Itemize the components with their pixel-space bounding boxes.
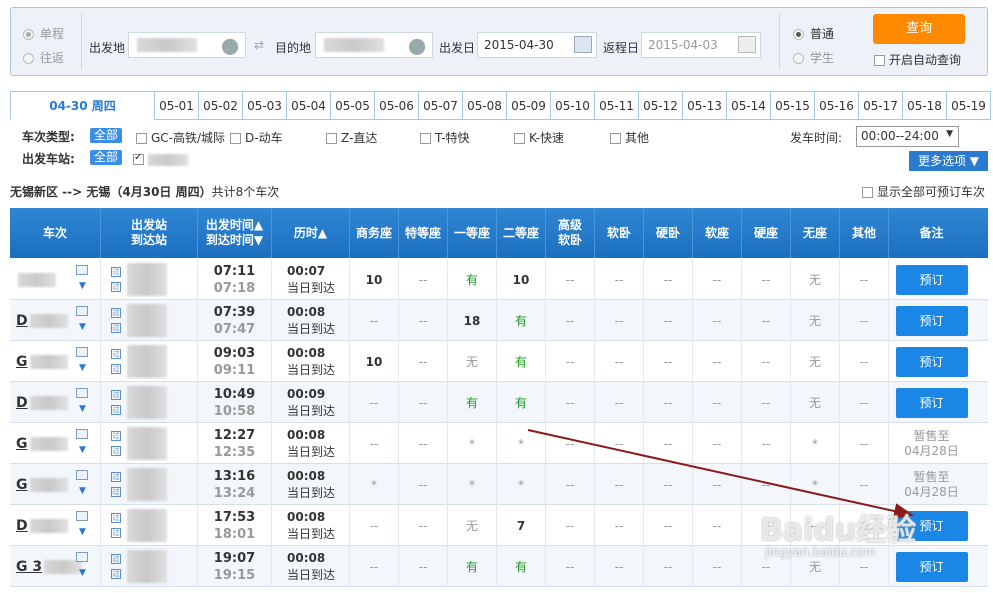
baidu-watermark: Baidu经验 [760, 513, 917, 548]
watermark-url: jingyan.baidu.com [765, 545, 876, 559]
